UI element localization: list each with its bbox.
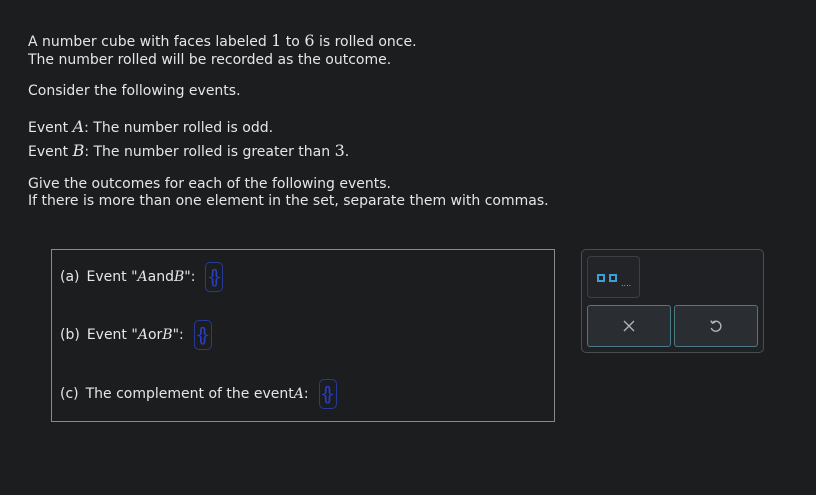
- event-b-definition: Event B: The number rolled is greater th…: [28, 141, 349, 160]
- math-var: A: [137, 327, 148, 343]
- event-a-definition: Event A: The number rolled is odd.: [28, 117, 273, 136]
- text: : The number rolled is greater than: [84, 144, 335, 160]
- undo-icon: [710, 320, 722, 332]
- tool-panel: ....: [581, 249, 764, 353]
- set-list-template-button[interactable]: ....: [587, 256, 640, 298]
- text: Event ": [86, 269, 138, 285]
- text: Event: [28, 120, 73, 136]
- part-a: (a) Event " A and B ":: [60, 262, 224, 292]
- text: : The number rolled is odd.: [84, 120, 274, 136]
- text: ":: [172, 327, 184, 343]
- text: A number cube with faces labeled: [28, 34, 272, 50]
- square-icon: [597, 274, 605, 282]
- text: .: [344, 144, 350, 160]
- part-b: (b) Event " A or B ":: [60, 320, 212, 350]
- math-var: B: [72, 141, 85, 160]
- text: ":: [184, 269, 196, 285]
- square-icon: [609, 274, 617, 282]
- answer-box: (a) Event "A and B": (b) Event "A or B":…: [51, 249, 555, 422]
- instruction-line-1: Give the outcomes for each of the follow…: [28, 176, 391, 192]
- instruction-line-2: If there is more than one element in the…: [28, 193, 549, 209]
- math-var: B: [162, 327, 173, 343]
- part-c: (c) The complement of the event A:: [60, 379, 337, 409]
- part-c-set-input[interactable]: [318, 379, 337, 409]
- text: and: [147, 269, 174, 285]
- text: to: [281, 34, 305, 50]
- math-var: A: [137, 269, 148, 285]
- problem-line-2: The number rolled will be recorded as th…: [28, 52, 392, 68]
- problem-line-3: Consider the following events.: [28, 83, 241, 99]
- text: Event: [28, 144, 73, 160]
- part-b-tag: (b): [60, 327, 80, 343]
- ellipsis-icon: ....: [621, 279, 632, 288]
- text: is rolled once.: [314, 34, 417, 50]
- number: 6: [304, 31, 315, 50]
- text: Event ": [86, 327, 138, 343]
- part-a-tag: (a): [60, 269, 80, 285]
- math-var: A: [72, 117, 85, 136]
- text: or: [147, 327, 163, 343]
- number: 1: [271, 31, 282, 50]
- undo-button[interactable]: [674, 305, 758, 347]
- part-c-tag: (c): [60, 386, 79, 402]
- x-icon: [623, 320, 635, 332]
- clear-button[interactable]: [587, 305, 671, 347]
- number: 3: [334, 141, 345, 160]
- part-b-set-input[interactable]: [193, 320, 212, 350]
- math-var: B: [173, 269, 185, 285]
- math-var: A: [293, 386, 304, 402]
- text: :: [303, 386, 309, 402]
- problem-line-1: A number cube with faces labeled 1 to 6 …: [28, 31, 417, 50]
- part-a-set-input[interactable]: [205, 262, 224, 292]
- text: The complement of the event: [85, 386, 294, 402]
